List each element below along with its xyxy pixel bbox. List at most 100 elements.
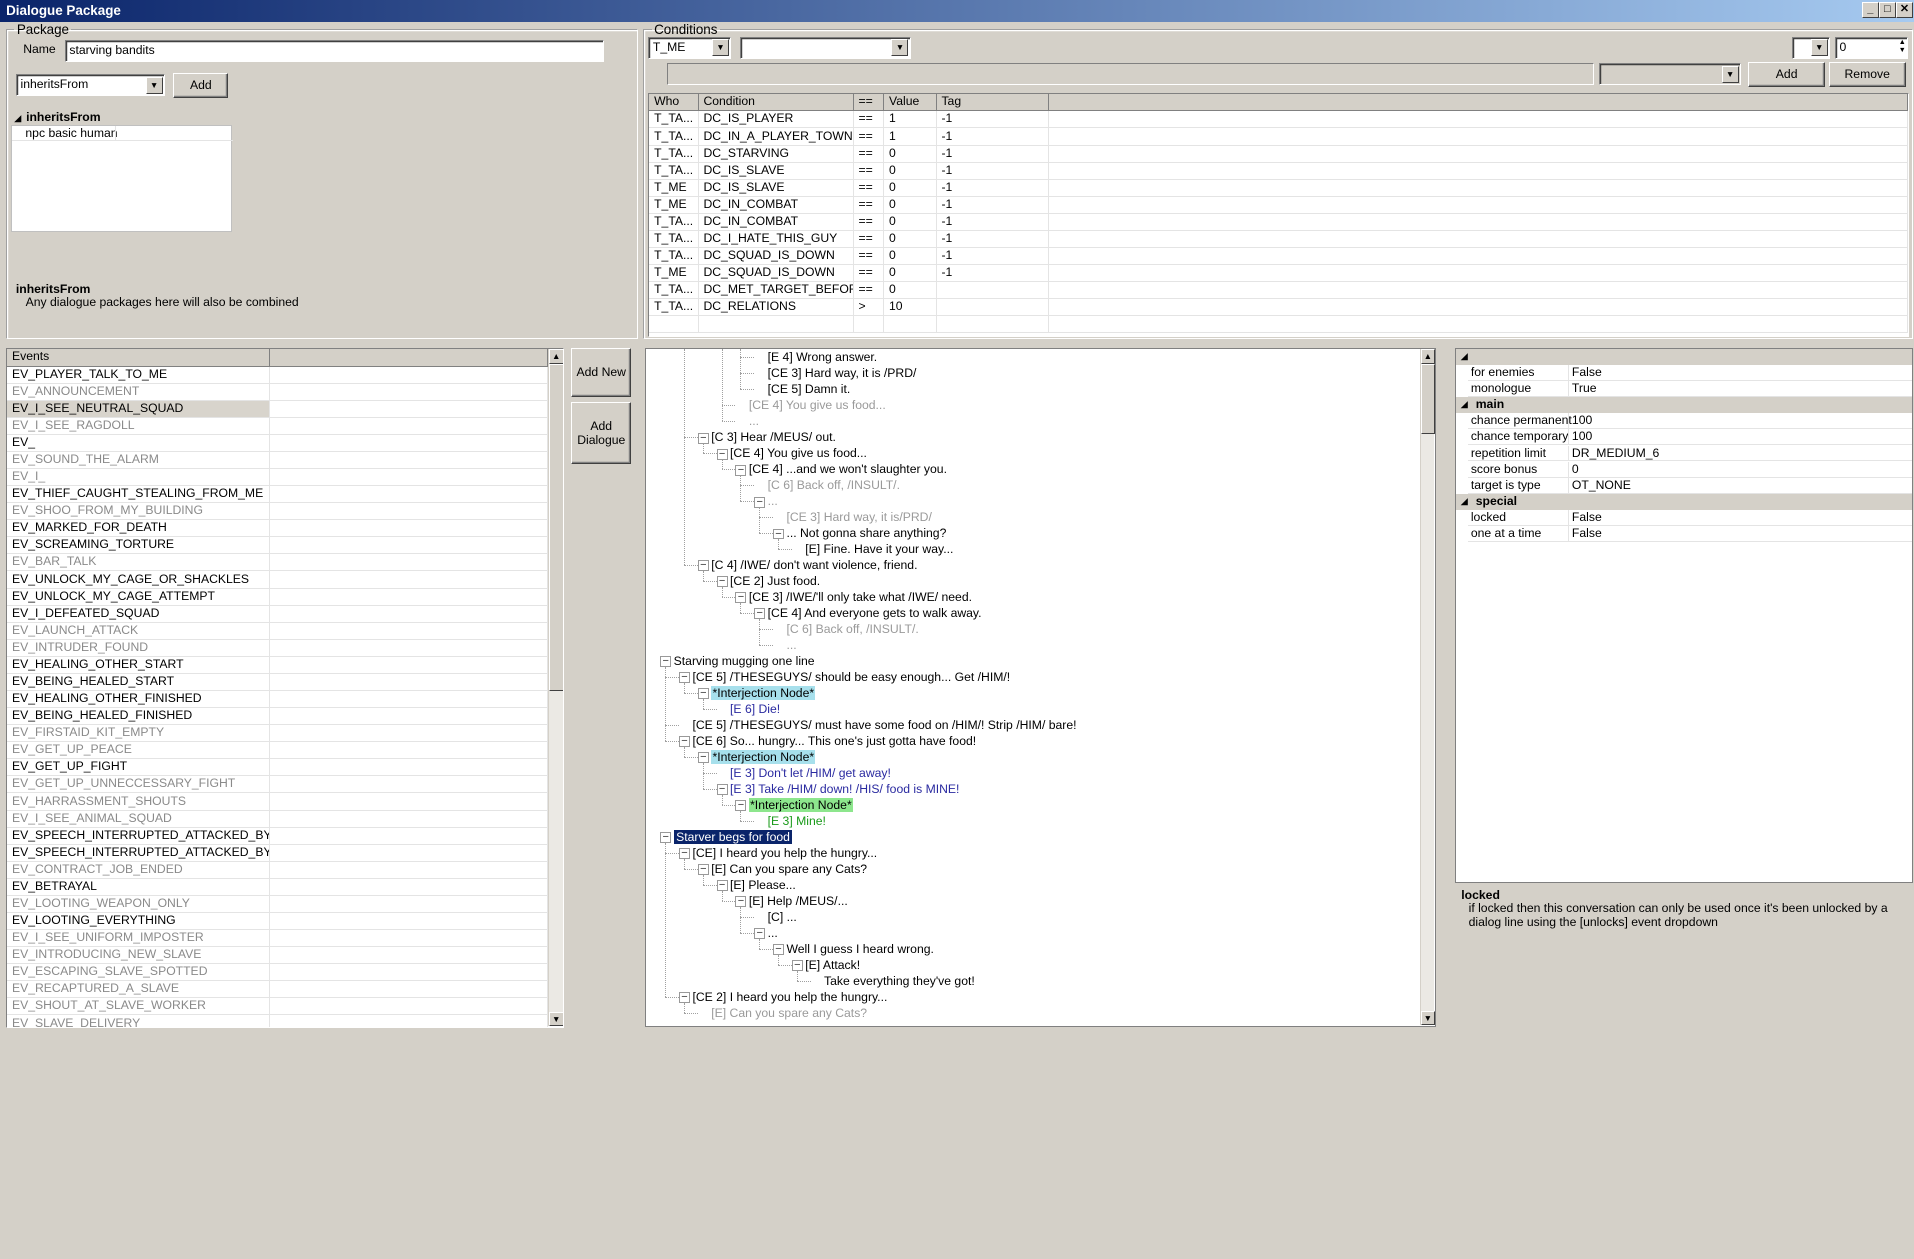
list-item[interactable]: EV_I_SEE_ANIMAL_SQUAD: [7, 810, 548, 828]
table-row[interactable]: T_TA... DC_I_HATE_THIS_GUY == 0 -1: [649, 230, 1908, 248]
list-item[interactable]: EV_LOOTING_EVERYTHING: [7, 912, 548, 931]
property-category[interactable]: ◢ special: [1456, 493, 1912, 510]
list-item[interactable]: EV_UNLOCK_MY_CAGE_ATTEMPT: [7, 588, 548, 606]
tree-node[interactable]: *Interjection Node*: [711, 685, 816, 702]
column-header[interactable]: ==: [853, 93, 885, 112]
scroll-up-icon[interactable]: ▲: [1420, 348, 1435, 364]
tree-node[interactable]: [C] ...: [768, 910, 797, 926]
table-row[interactable]: T_ME DC_SQUAD_IS_DOWN == 0 -1: [649, 264, 1908, 283]
collapse-toggle-icon[interactable]: −: [754, 496, 766, 508]
list-item[interactable]: EV_GET_UP_PEACE: [7, 741, 548, 760]
property-value[interactable]: False: [1568, 510, 1602, 526]
property-row[interactable]: for enemies False: [1468, 365, 1912, 381]
collapse-toggle-icon[interactable]: −: [735, 800, 747, 812]
property-row[interactable]: chance temporary 100: [1468, 429, 1912, 446]
tree-node[interactable]: Take everything they've got!: [824, 974, 975, 990]
property-value[interactable]: 0: [1568, 461, 1579, 478]
collapse-toggle-icon[interactable]: −: [697, 688, 709, 700]
list-item[interactable]: EV_THIEF_CAUGHT_STEALING_FROM_ME: [7, 485, 548, 504]
list-item[interactable]: EV_BAR_TALK: [7, 553, 548, 572]
scroll-down-icon[interactable]: ▼: [548, 1011, 563, 1027]
property-value[interactable]: DR_MEDIUM_6: [1568, 445, 1659, 462]
close-button[interactable]: ✕: [1895, 2, 1913, 19]
tree-node[interactable]: [CE] I heard you help the hungry...: [692, 846, 877, 862]
minimize-button[interactable]: _: [1861, 2, 1879, 19]
list-item[interactable]: EV_LOOTING_WEAPON_ONLY: [7, 895, 548, 913]
collapse-toggle-icon[interactable]: −: [735, 896, 747, 908]
collapse-toggle-icon[interactable]: −: [773, 944, 784, 956]
inherits-tree-header[interactable]: ◢ inheritsFrom: [15, 110, 101, 124]
collapse-triangle-icon[interactable]: ◢: [1461, 397, 1468, 413]
tree-node[interactable]: [E] Fine. Have it your way...: [805, 542, 953, 558]
list-item[interactable]: EV_FIRSTAID_KIT_EMPTY: [7, 724, 548, 743]
chevron-down-icon[interactable]: ▼: [711, 38, 730, 56]
tree-node[interactable]: [CE 3] /IWE/'ll only take what /IWE/ nee…: [749, 590, 972, 606]
tree-node[interactable]: [CE 2] Just food.: [730, 574, 820, 590]
list-item[interactable]: EV_: [7, 434, 548, 452]
tree-node[interactable]: [CE 6] So... hungry... This one's just g…: [692, 734, 976, 750]
scroll-thumb[interactable]: [1420, 363, 1435, 435]
tree-node[interactable]: ...: [768, 926, 778, 942]
tree-node[interactable]: [E 6] Die!: [730, 702, 780, 718]
list-item[interactable]: EV_HARRASSMENT_SHOUTS: [7, 792, 548, 811]
tree-node[interactable]: [CE 4] ...and we won't slaughter you.: [749, 462, 947, 478]
property-row[interactable]: locked False: [1468, 510, 1912, 526]
who-combo[interactable]: T_ME ▼: [648, 36, 732, 59]
table-row[interactable]: T_TA... DC_RELATIONS >10: [649, 298, 1908, 317]
table-row[interactable]: T_TA... DC_MET_TARGET_BEFORE == 0: [649, 281, 1908, 300]
tree-node[interactable]: [E] Can you spare any Cats?: [711, 862, 867, 878]
property-row[interactable]: repetition limit DR_MEDIUM_6: [1468, 445, 1912, 462]
list-item[interactable]: EV_LAUNCH_ATTACK: [7, 622, 548, 640]
tree-node[interactable]: [E 3] Don't let /HIM/ get away!: [730, 766, 891, 782]
table-row-empty[interactable]: [649, 315, 1908, 334]
list-item[interactable]: EV_BEING_HEALED_FINISHED: [7, 707, 548, 726]
list-item[interactable]: EV_I_SEE_NEUTRAL_SQUAD: [7, 400, 548, 418]
list-item[interactable]: EV_SOUND_THE_ALARM: [7, 451, 548, 469]
condition-add-button[interactable]: Add: [1748, 62, 1826, 87]
tree-node[interactable]: [E] Attack!: [805, 958, 860, 974]
list-item[interactable]: EV_CONTRACT_JOB_ENDED: [7, 861, 548, 879]
condition-remove-button[interactable]: Remove: [1828, 62, 1906, 87]
tree-node[interactable]: [CE 5] Damn it.: [768, 382, 851, 398]
chevron-down-icon[interactable]: ▼: [1810, 38, 1828, 56]
collapse-toggle-icon[interactable]: −: [697, 560, 709, 572]
collapse-toggle-icon[interactable]: −: [660, 656, 672, 668]
list-item[interactable]: EV_ANNOUNCEMENT: [7, 383, 548, 401]
list-item[interactable]: EV_GET_UP_UNNECCESSARY_FIGHT: [7, 775, 548, 794]
list-item[interactable]: EV_BEING_HEALED_START: [7, 673, 548, 691]
collapse-toggle-icon[interactable]: −: [697, 864, 709, 876]
scroll-down-icon[interactable]: ▼: [1420, 1010, 1435, 1026]
tree-node[interactable]: [CE 3] Hard way, it is/PRD/: [786, 510, 931, 526]
table-row[interactable]: T_TA... DC_SQUAD_IS_DOWN == 0 -1: [649, 247, 1908, 266]
list-item[interactable]: EV_SCREAMING_TORTURE: [7, 536, 548, 555]
stepper-arrows-icon[interactable]: ▲ ▼: [1899, 38, 1906, 55]
collapse-toggle-icon[interactable]: −: [679, 736, 690, 748]
column-header[interactable]: Who: [649, 93, 699, 112]
column-header[interactable]: Condition: [698, 93, 854, 112]
list-item[interactable]: EV_INTRODUCING_NEW_SLAVE: [7, 946, 548, 965]
collapse-triangle-icon[interactable]: ◢: [1461, 494, 1468, 510]
collapse-toggle-icon[interactable]: −: [735, 592, 747, 604]
table-row[interactable]: T_TA... DC_IN_A_PLAYER_TOWN == 1 -1: [649, 127, 1908, 146]
tree-node[interactable]: [C 6] Back off, /INSULT/.: [768, 478, 900, 494]
list-item[interactable]: EV_HEALING_OTHER_FINISHED: [7, 690, 548, 709]
property-value[interactable]: False: [1568, 526, 1602, 543]
table-row[interactable]: T_TA... DC_IN_COMBAT == 0 -1: [649, 213, 1908, 231]
property-row[interactable]: monologue True: [1468, 381, 1912, 397]
list-item[interactable]: EV_PLAYER_TALK_TO_ME: [7, 366, 548, 384]
tree-node[interactable]: ...: [749, 414, 759, 430]
list-item[interactable]: EV_RECAPTURED_A_SLAVE: [7, 980, 548, 999]
add-new-button[interactable]: Add New: [571, 347, 632, 397]
collapse-toggle-icon[interactable]: −: [679, 672, 690, 684]
collapse-toggle-icon[interactable]: −: [679, 848, 690, 860]
tree-node[interactable]: [CE 5] /THESEGUYS/ must have some food o…: [692, 718, 1076, 734]
list-item[interactable]: EV_SHOUT_AT_SLAVE_WORKER: [7, 997, 548, 1016]
tree-node[interactable]: [CE 2] I heard you help the hungry...: [692, 990, 887, 1006]
scroll-up-icon[interactable]: ▲: [548, 348, 563, 364]
property-value[interactable]: 100: [1568, 429, 1592, 446]
list-item[interactable]: EV_SLAVE_DELIVERY: [7, 1014, 548, 1027]
tree-node[interactable]: [CE 5] /THESEGUYS/ should be easy enough…: [692, 670, 1010, 686]
operator-combo[interactable]: ▼: [1792, 36, 1830, 59]
tree-node[interactable]: [C 4] /IWE/ don't want violence, friend.: [711, 558, 917, 574]
events-scrollbar[interactable]: ▲ ▼: [547, 348, 563, 1027]
